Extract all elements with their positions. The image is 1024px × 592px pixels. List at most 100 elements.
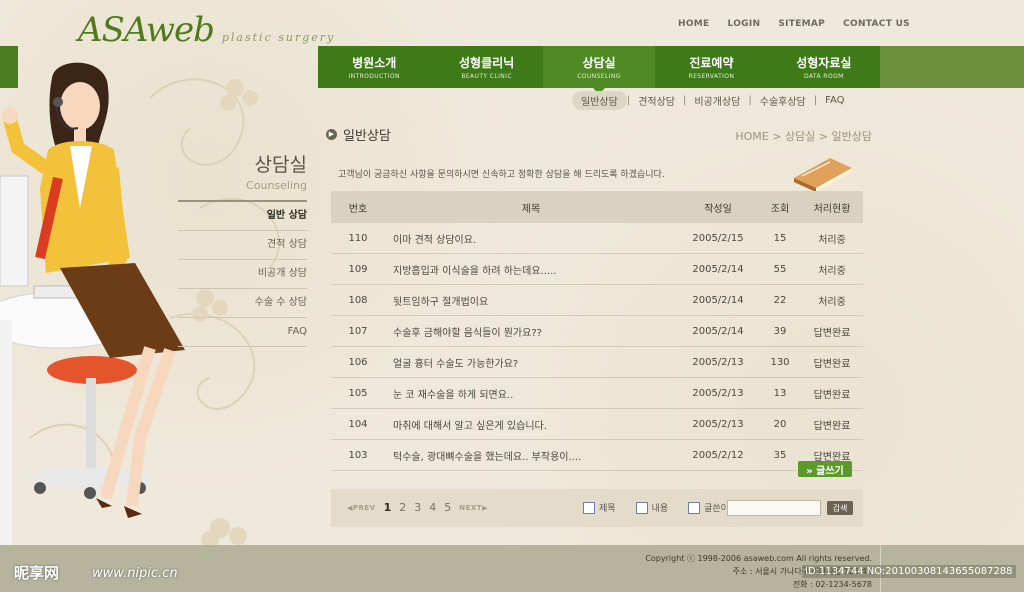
table-row[interactable]: 104 마취에 대해서 알고 싶은게 있습니다. 2005/2/13 20 답변… [331,408,863,440]
page-link-current[interactable]: 1 [384,501,392,514]
side-menu-item[interactable]: 비공개 상담 [178,260,307,289]
table-row[interactable]: 105 눈 코 재수술을 하게 되면요.. 2005/2/13 13 답변완료 [331,377,863,409]
nav-sublabel: INTRODUCTION [348,73,400,80]
prev-button[interactable]: ◀PREV [347,504,376,512]
row-number: 110 [331,223,385,254]
nav-data-room[interactable]: 성형자료실 DATA ROOM [768,46,880,88]
pagination: ◀PREV 1 2 3 4 5 NEXT▶ [347,501,488,514]
row-status: 처리중 [801,223,863,254]
side-menu-item[interactable]: 일반 상담 [178,202,307,231]
row-status: 답변완료 [801,377,863,409]
post-table: 번호 제목 작성일 조회 처리현황 110 이마 견적 상담이요. 2005/2… [331,191,863,471]
row-date: 2005/2/15 [677,223,759,254]
subnav-general[interactable]: 일반상담 [572,91,627,110]
subnav-private[interactable]: 비공개상담 [686,93,748,108]
contact-link[interactable]: CONTACT US [843,19,910,29]
row-views: 130 [759,346,801,378]
nav-label: 상담실 [582,56,616,70]
table-row[interactable]: 106 얼굴 흉터 수술도 가능한가요? 2005/2/13 130 답변완료 [331,346,863,378]
nav-sublabel: BEAUTY CLINIC [461,73,512,80]
row-date: 2005/2/12 [677,439,759,471]
sitemap-link[interactable]: SITEMAP [778,19,825,29]
logo-brand: ASAweb [78,10,215,50]
page-title-text: 일반상담 [343,129,391,144]
watermark-url: www.nipic.cn [92,566,178,581]
row-date: 2005/2/13 [677,408,759,440]
nav-label: 병원소개 [352,56,397,70]
breadcrumb: HOME > 상담실 > 일반상담 [735,130,872,143]
row-subject-link[interactable]: 뒷트임하구 절개법이요 [385,284,677,316]
arrow-bullet-icon: ▶ [326,129,337,140]
site-logo[interactable]: ASAweb plastic surgery [78,10,335,50]
row-number: 109 [331,253,385,285]
subject-checkbox-label: 제목 [599,504,616,514]
table-row[interactable]: 108 뒷트임하구 절개법이요 2005/2/14 22 처리중 [331,284,863,316]
row-status: 답변완료 [801,315,863,347]
search-button[interactable]: 검색 [827,501,853,515]
subnav-faq[interactable]: FAQ [817,95,852,106]
row-subject-link[interactable]: 마취에 대해서 알고 싶은게 있습니다. [385,408,677,440]
row-subject-link[interactable]: 턱수술, 광대뼈수술을 했는데요.. 부작용이.... [385,439,677,471]
nav-beauty-clinic[interactable]: 성형클리닉 BEAUTY CLINIC [430,46,542,88]
col-date-header: 작성일 [677,191,759,223]
page-link[interactable]: 4 [429,501,436,514]
nav-label: 성형클리닉 [459,56,515,70]
table-row[interactable]: 109 지방흡입과 이식술을 하려 하는데요..... 2005/2/14 55… [331,253,863,285]
row-subject-link[interactable]: 수술후 금해야할 음식들이 뭔가요?? [385,315,677,347]
row-views: 15 [759,223,801,254]
author-checkbox-label: 글쓴이 [704,504,729,514]
watermark-site: 昵享网 [14,564,60,582]
nav-sublabel: DATA ROOM [803,73,844,80]
next-button[interactable]: NEXT▶ [459,504,488,512]
side-menu-item[interactable]: FAQ [178,318,307,347]
side-menu-item[interactable]: 수술 수 상담 [178,289,307,318]
login-link[interactable]: LOGIN [728,19,761,29]
row-status: 처리중 [801,284,863,316]
page-link[interactable]: 5 [444,501,451,514]
logo-tagline: plastic surgery [221,31,336,44]
search-input[interactable] [727,500,821,516]
row-date: 2005/2/14 [677,315,759,347]
book-icon [794,158,852,192]
subnav-estimate[interactable]: 견적상담 [630,93,683,108]
author-checkbox[interactable] [688,501,701,514]
watermark-id: ID:1134744 NO:20100308143655087288 [802,565,1016,578]
table-row[interactable]: 103 턱수술, 광대뼈수술을 했는데요.. 부작용이.... 2005/2/1… [331,439,863,471]
page-link[interactable]: 3 [414,501,421,514]
subject-checkbox[interactable] [583,501,595,514]
content-checkbox-label: 내용 [651,504,669,514]
row-number: 105 [331,377,385,409]
row-subject-link[interactable]: 눈 코 재수술을 하게 되면요.. [385,377,677,409]
table-header-row: 번호 제목 작성일 조회 처리현황 [331,191,863,223]
nav-label: 성형자료실 [796,56,852,70]
row-views: 13 [759,377,801,409]
row-date: 2005/2/13 [677,377,759,409]
nav-reservation[interactable]: 진료예약 RESERVATION [655,46,767,88]
col-subject-header: 제목 [385,191,677,223]
nav-label: 진료예약 [689,56,734,70]
subnav-after-surgery[interactable]: 수술후상담 [752,93,814,108]
intro-text: 고객님이 궁금하신 사항을 문의하시면 신속하고 정확한 상담을 해 드리도록 … [338,170,665,180]
content-checkbox[interactable] [635,501,648,514]
row-views: 55 [759,253,801,285]
write-button[interactable]: » 글쓰기 [798,461,852,477]
table-row[interactable]: 110 이마 견적 상담이요. 2005/2/15 15 처리중 [331,223,863,254]
home-link[interactable]: HOME [678,19,710,29]
row-views: 35 [759,439,801,471]
nav-introduction[interactable]: 병원소개 INTRODUCTION [318,46,430,88]
table-row[interactable]: 107 수술후 금해야할 음식들이 뭔가요?? 2005/2/14 39 답변완… [331,315,863,347]
top-utility-links: HOME LOGIN SITEMAP CONTACT US [678,19,928,29]
side-title-ko: 상담실 [254,154,307,176]
page-link[interactable]: 2 [399,501,406,514]
page-title: ▶ 일반상담 [326,125,391,144]
col-views-header: 조회 [759,191,801,223]
row-subject-link[interactable]: 지방흡입과 이식술을 하려 하는데요..... [385,253,677,285]
side-menu-item[interactable]: 견적 상담 [178,231,307,260]
row-subject-link[interactable]: 얼굴 흉터 수술도 가능한가요? [385,346,677,378]
row-number: 107 [331,315,385,347]
row-subject-link[interactable]: 이마 견적 상담이요. [385,223,677,254]
nav-counseling[interactable]: 상담실 COUNSELING [542,46,656,94]
row-number: 104 [331,408,385,440]
row-number: 108 [331,284,385,316]
side-menu: 일반 상담 견적 상담 비공개 상담 수술 수 상담 FAQ [178,200,307,347]
